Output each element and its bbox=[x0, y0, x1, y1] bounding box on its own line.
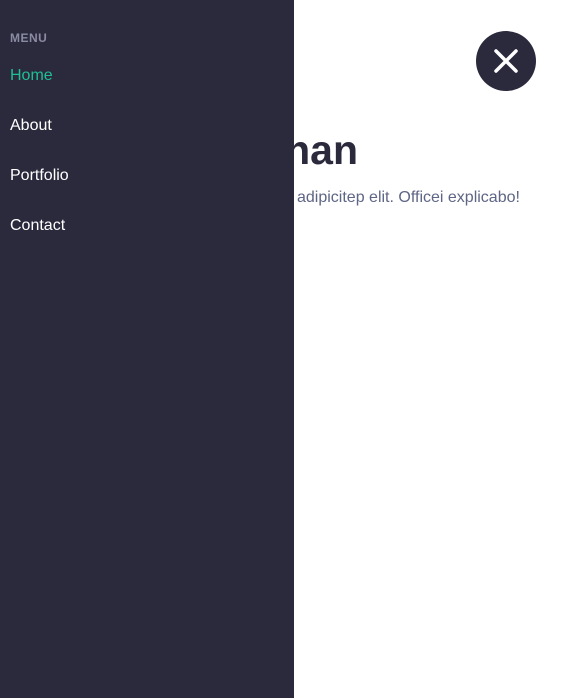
nav-item-home[interactable]: Home bbox=[10, 66, 53, 86]
hero-text: adipicitep elit. Officei explicabo! bbox=[297, 189, 520, 206]
nav-item-contact[interactable]: Contact bbox=[10, 216, 65, 236]
menu-heading: MENU bbox=[10, 31, 48, 45]
nav-item-portfolio[interactable]: Portfolio bbox=[10, 166, 69, 186]
page: nan adipicitep elit. Officei explicabo! … bbox=[0, 0, 565, 698]
close-menu-button[interactable] bbox=[476, 31, 536, 91]
nav-item-about[interactable]: About bbox=[10, 116, 52, 136]
close-icon bbox=[494, 49, 518, 73]
sidebar-menu: MENU Home About Portfolio Contact bbox=[0, 0, 294, 698]
